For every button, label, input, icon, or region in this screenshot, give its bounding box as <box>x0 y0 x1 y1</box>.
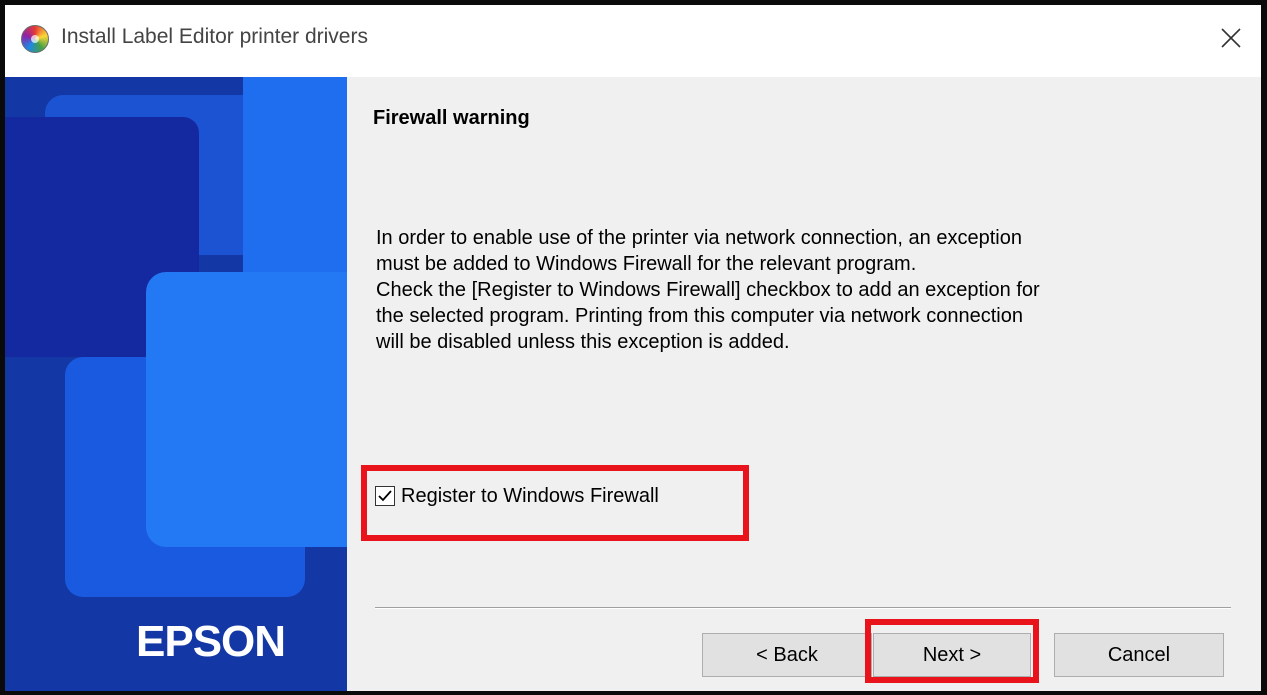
title-bar[interactable]: Install Label Editor printer drivers <box>5 5 1261 77</box>
window-title: Install Label Editor printer drivers <box>61 25 368 48</box>
back-button[interactable]: < Back <box>702 633 872 677</box>
content-panel: Firewall warning In order to enable use … <box>347 77 1261 691</box>
checkmark-icon <box>378 490 392 502</box>
close-button[interactable] <box>1201 5 1261 77</box>
banner-shape <box>146 272 347 547</box>
register-firewall-checkbox[interactable]: Register to Windows Firewall <box>375 479 659 513</box>
cancel-button[interactable]: Cancel <box>1054 633 1224 677</box>
warning-text-line: the selected program. Printing from this… <box>376 305 1023 327</box>
epson-logo: EPSON <box>136 617 286 666</box>
sidebar-banner: EPSON <box>5 77 347 691</box>
warning-text-line: In order to enable use of the printer vi… <box>376 227 1022 249</box>
warning-text: In order to enable use of the printer vi… <box>376 225 1226 355</box>
installer-window: Install Label Editor printer drivers EPS… <box>5 5 1261 691</box>
next-button[interactable]: Next > <box>873 633 1031 677</box>
checkbox-label[interactable]: Register to Windows Firewall <box>401 485 659 508</box>
warning-text-line: will be disabled unless this exception i… <box>376 331 790 353</box>
checkbox-box[interactable] <box>375 486 395 506</box>
warning-text-line: Check the [Register to Windows Firewall]… <box>376 279 1040 301</box>
page-title: Firewall warning <box>373 107 530 129</box>
close-icon <box>1221 28 1241 48</box>
warning-text-line: must be added to Windows Firewall for th… <box>376 253 917 275</box>
app-icon <box>21 25 49 53</box>
divider <box>375 607 1231 609</box>
